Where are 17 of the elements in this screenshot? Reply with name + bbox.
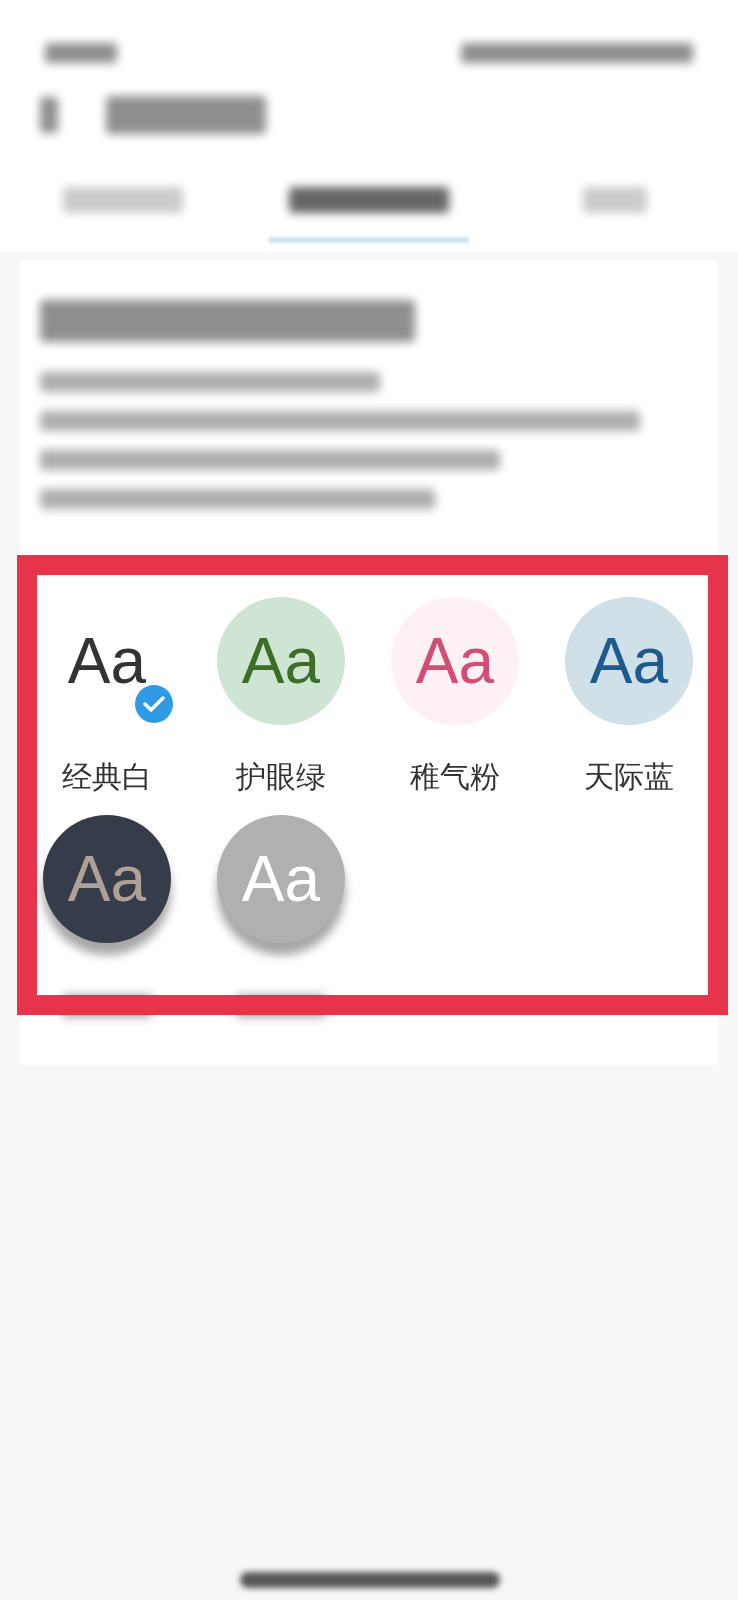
theme-swatch[interactable]: Aa: [217, 597, 345, 725]
home-indicator[interactable]: [240, 1572, 500, 1588]
theme-label: 稚气粉: [410, 758, 500, 796]
theme-label: 天际蓝: [584, 758, 674, 796]
theme-label: 经典白: [62, 758, 152, 796]
sample-text: Aa: [67, 847, 147, 911]
theme-swatch[interactable]: Aa: [43, 815, 171, 943]
status-time: [45, 42, 117, 63]
theme-swatch[interactable]: Aa: [391, 597, 519, 725]
back-icon[interactable]: [40, 97, 58, 133]
theme-label: 护眼绿: [236, 758, 326, 796]
sample-text: Aa: [241, 847, 321, 911]
sample-text: Aa: [415, 629, 495, 693]
sample-text: Aa: [241, 629, 321, 693]
theme-swatch[interactable]: Aa: [565, 597, 693, 725]
sample-text: Aa: [67, 629, 147, 693]
sample-text: Aa: [589, 629, 669, 693]
